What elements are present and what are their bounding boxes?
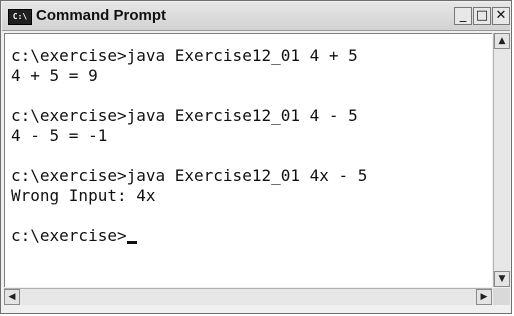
maximize-icon: □ (475, 8, 489, 23)
scroll-left-button[interactable]: ◀ (4, 289, 20, 305)
console-output[interactable]: c:\exercise>java Exercise12_01 4 + 5 4 +… (4, 33, 492, 287)
arrow-right-icon: ▶ (480, 292, 488, 302)
text-cursor (126, 241, 137, 244)
horizontal-scrollbar[interactable]: ◀ ▶ (4, 288, 492, 305)
maximize-button[interactable]: □ (473, 7, 491, 25)
console-line: Wrong Input: 4x (11, 186, 156, 205)
console-line: c:\exercise>java Exercise12_01 4x - 5 (11, 166, 368, 185)
close-icon: ✕ (495, 8, 507, 23)
console-line: c:\exercise>java Exercise12_01 4 - 5 (11, 106, 358, 125)
resize-grip[interactable] (493, 288, 510, 305)
scroll-right-button[interactable]: ▶ (476, 289, 492, 305)
title-bar[interactable]: C:\ Command Prompt _ □ ✕ (2, 2, 510, 31)
command-prompt-window: C:\ Command Prompt _ □ ✕ c:\exercise>jav… (0, 0, 512, 314)
minimize-icon: _ (459, 8, 467, 23)
arrow-left-icon: ◀ (8, 292, 16, 302)
console-app-icon: C:\ (8, 9, 32, 25)
scroll-up-button[interactable]: ▲ (494, 33, 510, 49)
close-button[interactable]: ✕ (492, 7, 510, 25)
window-title: Command Prompt (36, 7, 167, 24)
console-line: 4 - 5 = -1 (11, 126, 108, 145)
prompt-text: c:\exercise> (11, 226, 127, 245)
vertical-scrollbar[interactable]: ▲ ▼ (493, 33, 510, 287)
minimize-button[interactable]: _ (454, 7, 472, 25)
arrow-down-icon: ▼ (498, 274, 506, 284)
arrow-up-icon: ▲ (498, 36, 506, 46)
console-line: 4 + 5 = 9 (11, 66, 98, 85)
console-line: c:\exercise>java Exercise12_01 4 + 5 (11, 46, 358, 65)
scroll-down-button[interactable]: ▼ (494, 271, 510, 287)
prompt-line: c:\exercise> (11, 226, 492, 246)
